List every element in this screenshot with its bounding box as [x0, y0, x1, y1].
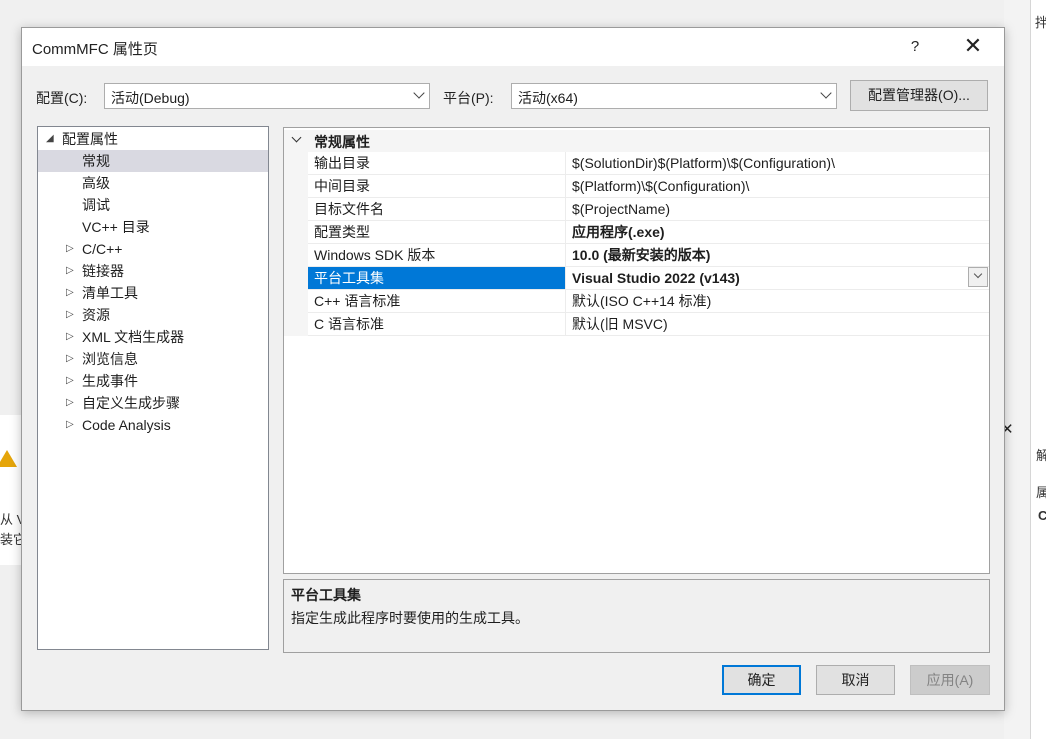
- property-value[interactable]: 应用程序(.exe): [568, 221, 989, 243]
- category-general[interactable]: 常规属性: [284, 130, 989, 152]
- property-value[interactable]: 默认(旧 MSVC): [568, 313, 989, 335]
- property-name[interactable]: 配置类型: [308, 221, 566, 243]
- tree-item[interactable]: VC++ 目录: [38, 216, 268, 238]
- tree-item[interactable]: ▷ Code Analysis: [38, 414, 268, 436]
- property-value[interactable]: Visual Studio 2022 (v143): [568, 267, 989, 289]
- platform-dropdown[interactable]: 活动(x64): [511, 83, 837, 109]
- description-title: 平台工具集: [291, 587, 361, 603]
- background-c-fragment: C: [1038, 508, 1046, 523]
- tree-item-config-properties[interactable]: ◢ 配置属性: [38, 128, 268, 150]
- chevron-down-icon: [820, 87, 832, 99]
- dialog-title: CommMFC 属性页: [32, 41, 158, 58]
- tree-item-label: 高级: [82, 175, 110, 191]
- tree-item-label: 常规: [82, 153, 110, 169]
- dialog-titlebar: CommMFC 属性页 ? ✕: [22, 28, 1004, 66]
- config-dropdown-value: 活动(Debug): [111, 90, 190, 106]
- platform-label: 平台(P):: [443, 90, 494, 106]
- grid-gutter: [284, 152, 308, 336]
- expand-triangle-icon[interactable]: ▷: [66, 260, 76, 282]
- expand-triangle-icon[interactable]: ▷: [66, 282, 76, 304]
- tree-item[interactable]: ▷ 生成事件: [38, 370, 268, 392]
- tree-item-label: C/C++: [82, 241, 123, 257]
- description-text: 指定生成此程序时要使用的生成工具。: [291, 610, 529, 626]
- expand-triangle-icon[interactable]: ▷: [66, 326, 76, 348]
- expand-triangle-icon[interactable]: ▷: [66, 370, 76, 392]
- tree-item[interactable]: ▷ 资源: [38, 304, 268, 326]
- background-solution-fragment: 解: [1036, 448, 1046, 463]
- tree-item-label: 调试: [82, 197, 110, 213]
- property-row[interactable]: 平台工具集 Visual Studio 2022 (v143): [308, 267, 989, 290]
- background-ide-right: [1004, 0, 1046, 739]
- platform-dropdown-value: 活动(x64): [518, 90, 578, 106]
- tree-item-label: XML 文档生成器: [82, 329, 185, 345]
- tree-item-label: 资源: [82, 307, 110, 323]
- property-value[interactable]: $(SolutionDir)$(Platform)\$(Configuratio…: [568, 152, 989, 174]
- tree-item-label: 配置属性: [62, 131, 118, 147]
- tree-item-label: Code Analysis: [82, 417, 171, 433]
- property-row[interactable]: Windows SDK 版本 10.0 (最新安装的版本): [308, 244, 989, 267]
- property-row[interactable]: 输出目录 $(SolutionDir)$(Platform)\$(Configur…: [308, 152, 989, 175]
- chevron-down-icon[interactable]: [291, 132, 302, 143]
- tree-item[interactable]: ▷ 清单工具: [38, 282, 268, 304]
- background-properties-fragment: 属: [1036, 485, 1046, 500]
- chevron-down-icon: [413, 87, 425, 99]
- tree-item-label: VC++ 目录: [82, 219, 150, 235]
- property-row[interactable]: 目标文件名 $(ProjectName): [308, 198, 989, 221]
- property-name[interactable]: Windows SDK 版本: [308, 244, 566, 266]
- property-value[interactable]: $(ProjectName): [568, 198, 989, 220]
- warning-icon: [0, 450, 17, 467]
- tree-item[interactable]: ▷ 浏览信息: [38, 348, 268, 370]
- tree-item[interactable]: ▷ C/C++: [38, 238, 268, 260]
- tree-item[interactable]: 常规: [38, 150, 268, 172]
- tree-item[interactable]: ▷ 链接器: [38, 260, 268, 282]
- property-row[interactable]: 配置类型 应用程序(.exe): [308, 221, 989, 244]
- background-output-pane: 从 V 装它: [0, 415, 26, 565]
- config-label: 配置(C):: [36, 90, 88, 106]
- background-scroll-strip: [1030, 0, 1046, 739]
- collapse-triangle-icon[interactable]: ◢: [46, 128, 56, 150]
- expand-triangle-icon[interactable]: ▷: [66, 238, 76, 260]
- category-label: 常规属性: [314, 134, 370, 150]
- property-dropdown-button[interactable]: [968, 267, 988, 287]
- property-name[interactable]: C 语言标准: [308, 313, 566, 335]
- expand-triangle-icon[interactable]: ▷: [66, 304, 76, 326]
- tree-item[interactable]: ▷ XML 文档生成器: [38, 326, 268, 348]
- property-row[interactable]: C++ 语言标准 默认(ISO C++14 标准): [308, 290, 989, 313]
- property-name[interactable]: 输出目录: [308, 152, 566, 174]
- config-manager-button[interactable]: 配置管理器(O)...: [850, 80, 988, 111]
- tree-item-label: 链接器: [82, 263, 124, 279]
- close-button[interactable]: ✕: [958, 32, 988, 62]
- property-name[interactable]: 中间目录: [308, 175, 566, 197]
- property-value[interactable]: $(Platform)\$(Configuration)\: [568, 175, 989, 197]
- expand-triangle-icon[interactable]: ▷: [66, 348, 76, 370]
- property-value[interactable]: 10.0 (最新安装的版本): [568, 244, 989, 266]
- tree-item[interactable]: ▷ 自定义生成步骤: [38, 392, 268, 414]
- description-pane: 平台工具集 指定生成此程序时要使用的生成工具。: [283, 579, 990, 653]
- property-pages-dialog: CommMFC 属性页 ? ✕ 配置(C): 活动(Debug) 平台(P): …: [21, 27, 1005, 711]
- tree-item-label: 浏览信息: [82, 351, 138, 367]
- ok-button[interactable]: 确定: [722, 665, 801, 695]
- help-button[interactable]: ?: [900, 32, 930, 62]
- property-grid: 常规属性 输出目录 $(SolutionDir)$(Platform)\$(Con…: [283, 127, 990, 574]
- tree-item[interactable]: 调试: [38, 194, 268, 216]
- property-value[interactable]: 默认(ISO C++14 标准): [568, 290, 989, 312]
- apply-button[interactable]: 应用(A): [910, 665, 990, 695]
- tree-item-label: 生成事件: [82, 373, 138, 389]
- tree-item-label: 自定义生成步骤: [82, 395, 180, 411]
- background-search-fragment: 拌: [1035, 15, 1046, 30]
- property-name[interactable]: C++ 语言标准: [308, 290, 566, 312]
- cancel-button[interactable]: 取消: [816, 665, 895, 695]
- property-name[interactable]: 平台工具集: [308, 267, 566, 289]
- expand-triangle-icon[interactable]: ▷: [66, 392, 76, 414]
- tree-item[interactable]: 高级: [38, 172, 268, 194]
- property-row[interactable]: 中间目录 $(Platform)\$(Configuration)\: [308, 175, 989, 198]
- tree-item-label: 清单工具: [82, 285, 138, 301]
- config-dropdown[interactable]: 活动(Debug): [104, 83, 430, 109]
- expand-triangle-icon[interactable]: ▷: [66, 414, 76, 436]
- property-name[interactable]: 目标文件名: [308, 198, 566, 220]
- property-row[interactable]: C 语言标准 默认(旧 MSVC): [308, 313, 989, 336]
- config-tree: ◢ 配置属性 常规高级调试 VC++ 目录 ▷ C/C++ ▷ 链接器 ▷ 清单工具 ▷ 资源 ▷ X…: [37, 126, 269, 650]
